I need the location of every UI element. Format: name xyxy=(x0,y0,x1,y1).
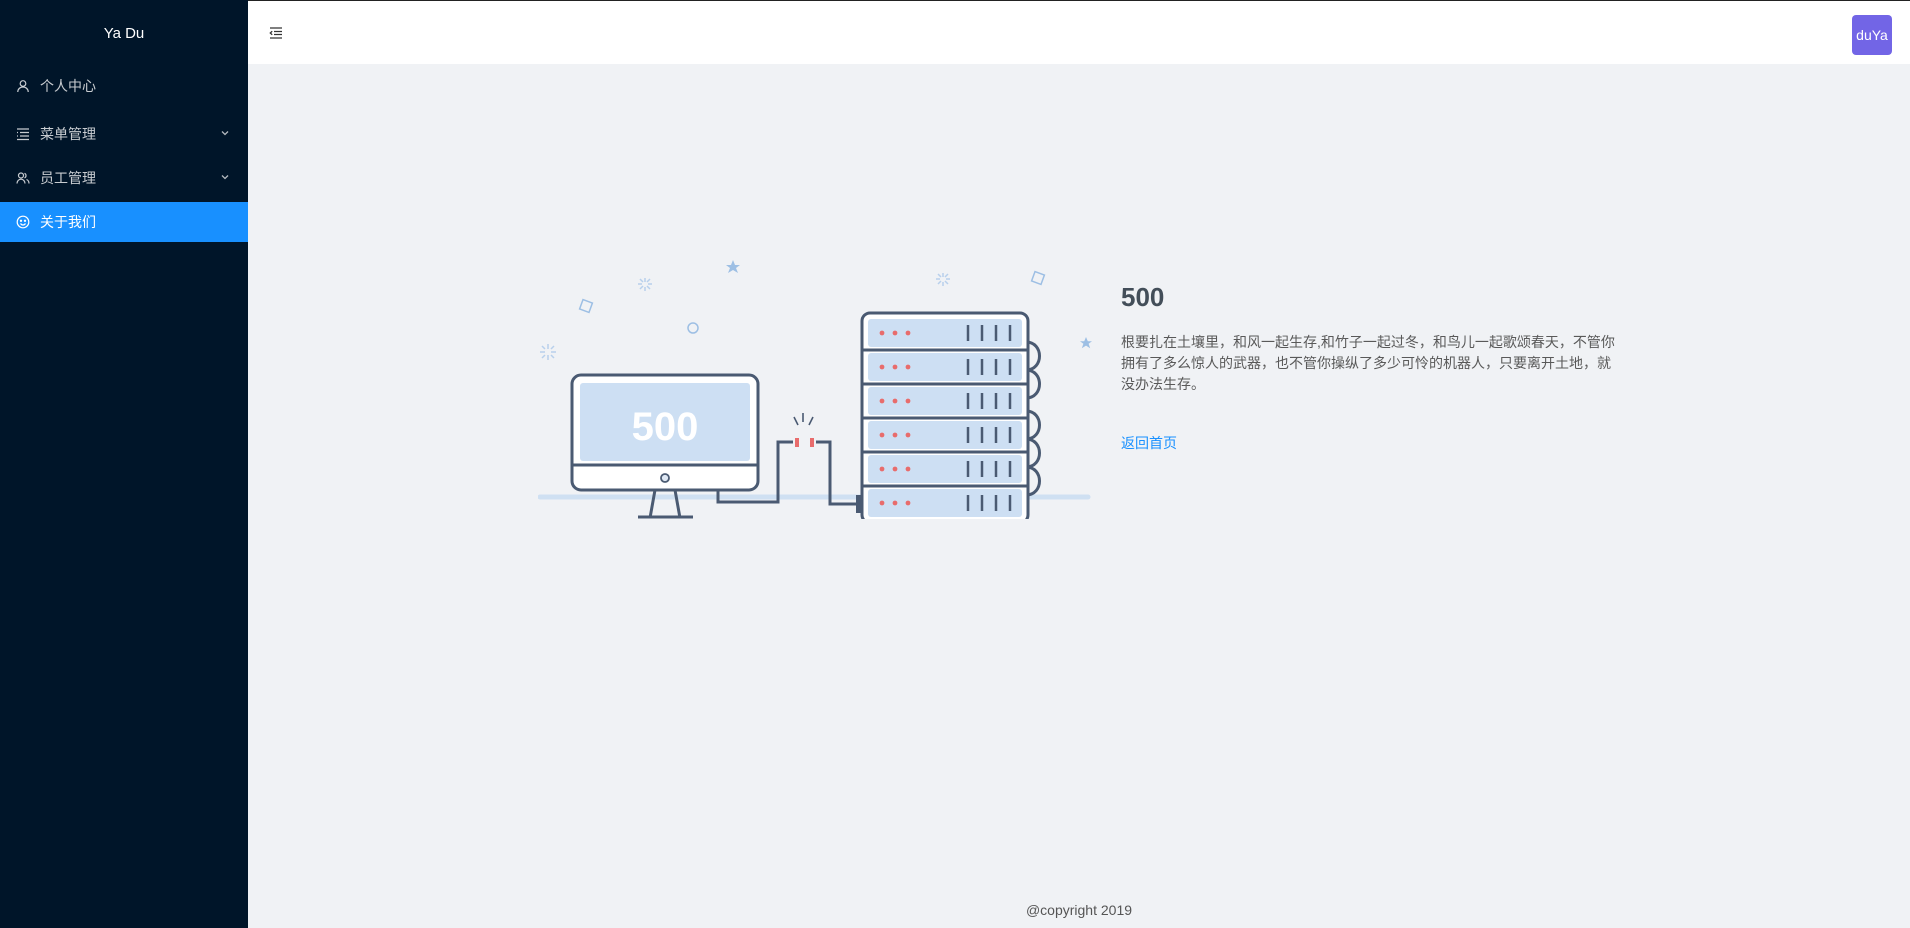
user-icon xyxy=(16,79,30,93)
server-slot xyxy=(868,387,1022,415)
server-led xyxy=(905,432,911,438)
server-led xyxy=(879,330,885,336)
chevron-down-icon xyxy=(221,175,229,180)
sidebar-item-label: 员工管理 xyxy=(40,170,96,186)
team-icon xyxy=(16,171,30,185)
sidebar-item-label: 菜单管理 xyxy=(40,126,96,142)
server-led xyxy=(879,466,885,472)
smile-icon xyxy=(16,215,30,229)
server-led xyxy=(905,364,911,370)
app-logo: Ya Du xyxy=(103,24,145,42)
server-slot xyxy=(868,319,1022,347)
server-led xyxy=(905,466,911,472)
sidebar-item-profile[interactable]: 个人中心 xyxy=(0,66,248,106)
back-home-link[interactable]: 返回首页 xyxy=(1121,433,1177,453)
menu-fold-icon[interactable] xyxy=(268,25,284,41)
server-slot xyxy=(868,421,1022,449)
menu-list-icon xyxy=(16,127,30,141)
server-led xyxy=(892,466,898,472)
server-led xyxy=(879,398,885,404)
server-led xyxy=(905,500,911,506)
server-led xyxy=(892,432,898,438)
sidebar-item-label: 关于我们 xyxy=(40,214,96,230)
server-led xyxy=(892,500,898,506)
sidebar-item-staff-management[interactable]: 员工管理 xyxy=(0,158,248,198)
server-led xyxy=(905,330,911,336)
server-led xyxy=(879,500,885,506)
server-led xyxy=(892,330,898,336)
error-code-title: 500 xyxy=(1121,282,1165,312)
server-rack xyxy=(860,311,1041,519)
server-slot xyxy=(868,489,1022,517)
sidebar-item-about-us[interactable]: 关于我们 xyxy=(0,202,248,242)
server-slot xyxy=(868,455,1022,483)
server-led xyxy=(879,364,885,370)
main-content: 500 500 根要扎在土壤里，和风一起生存,和竹子一起过冬，和鸟儿一起歌颂春天… xyxy=(248,64,1910,928)
error-description: 根要扎在土壤里，和风一起生存,和竹子一起过冬，和鸟儿一起歌颂春天，不管你拥有了多… xyxy=(1121,334,1615,392)
server-led xyxy=(905,398,911,404)
server-led xyxy=(879,432,885,438)
sidebar-item-label: 个人中心 xyxy=(40,78,96,94)
sidebar-item-menu-management[interactable]: 菜单管理 xyxy=(0,114,248,154)
copyright-footer: @copyright 2019 xyxy=(1025,902,1133,918)
user-avatar[interactable]: duYa xyxy=(1852,15,1892,55)
chevron-down-icon xyxy=(221,131,229,136)
top-header: duYa xyxy=(248,0,1910,64)
server-led xyxy=(892,398,898,404)
server-error-illustration: 500 xyxy=(538,260,1092,519)
sidebar: Ya Du 个人中心 菜单管理 员工管理 关于我们 xyxy=(0,0,248,928)
server-slot xyxy=(868,353,1022,381)
monitor-code-text: 500 xyxy=(632,405,699,449)
server-led xyxy=(892,364,898,370)
